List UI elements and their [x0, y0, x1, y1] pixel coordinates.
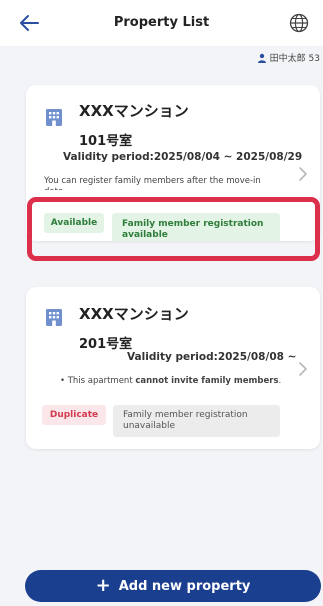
- room-number: 101号室: [79, 134, 133, 149]
- chevron-right-icon: [299, 167, 307, 181]
- user-name: 田中太郎 53: [269, 54, 320, 64]
- validity-period: Validity period:2025/08/04 ~ 2025/08/29: [63, 151, 303, 163]
- card-note: You can register family members after th…: [44, 176, 261, 190]
- building-icon: [46, 109, 62, 126]
- family-registration-badge: Family member registration unavailable: [113, 405, 280, 437]
- status-badge: Duplicate: [42, 405, 106, 425]
- property-name: XXXマンション: [79, 102, 189, 120]
- person-icon: [257, 53, 266, 63]
- chevron-right-icon: [299, 362, 307, 376]
- add-button-label: Add new property: [118, 578, 251, 594]
- add-new-property-button[interactable]: + Add new property: [25, 570, 321, 602]
- property-name: XXXマンション: [79, 305, 189, 323]
- property-card-201[interactable]: XXXマンション 201号室 Validity period:2025/08/0…: [26, 287, 320, 449]
- highlight-box: [27, 197, 320, 261]
- page-title: Property List: [113, 15, 210, 30]
- note-prefix: • This apartment: [60, 376, 136, 386]
- note-emphasis: cannot invite family members: [135, 376, 279, 386]
- globe-icon[interactable]: [289, 13, 309, 33]
- building-icon: [46, 309, 62, 326]
- plus-icon: +: [95, 575, 111, 596]
- validity-period: Validity period:2025/08/08 ~: [127, 351, 297, 363]
- user-info: 田中太郎 53: [257, 51, 320, 64]
- room-number: 201号室: [79, 337, 133, 352]
- app-header: Property List: [0, 0, 323, 46]
- card-note: • This apartment cannot invite family me…: [60, 376, 295, 388]
- note-suffix: .: [278, 376, 282, 386]
